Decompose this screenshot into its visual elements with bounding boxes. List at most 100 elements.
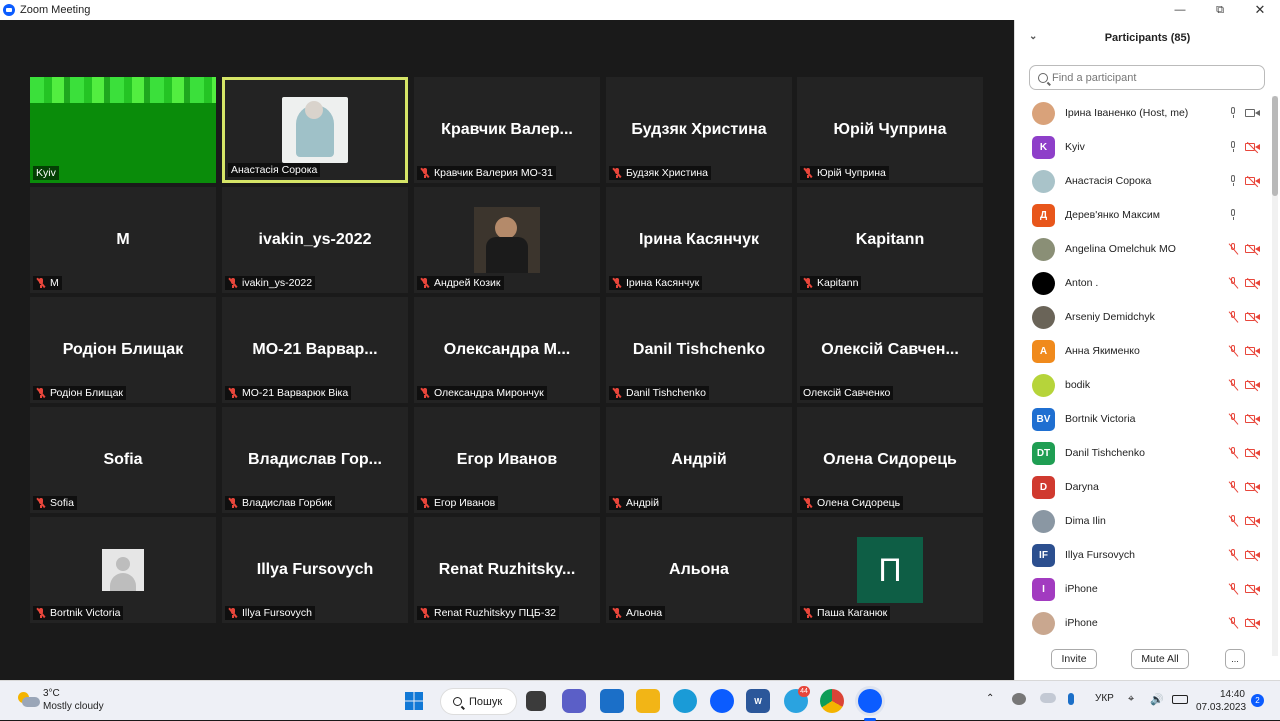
mail-icon[interactable] (600, 689, 624, 713)
participant-row[interactable]: BV Bortnik Victoria (1015, 402, 1271, 436)
video-tile[interactable]: Егор Иванов Егор Иванов (414, 407, 600, 513)
zoom-app-icon[interactable] (710, 689, 734, 713)
volume-icon[interactable]: 🔊 (1150, 693, 1164, 706)
video-tile[interactable]: Kyiv (30, 77, 216, 183)
video-off-icon[interactable] (1245, 481, 1261, 494)
video-tile[interactable]: Юрій Чуприна Юрій Чуприна (797, 77, 983, 183)
participant-row[interactable]: iPhone (1015, 606, 1271, 640)
video-tile[interactable]: Олексій Савчен... Олексій Савченко (797, 297, 983, 403)
video-tile[interactable]: МО-21 Варвар... МО-21 Варварюк Віка (222, 297, 408, 403)
teams-chat-icon[interactable] (562, 689, 586, 713)
video-tile[interactable]: Illya Fursovych Illya Fursovych (222, 517, 408, 623)
video-tile[interactable]: Bortnik Victoria (30, 517, 216, 623)
participant-row[interactable]: Д Дерев'янко Максим (1015, 198, 1271, 232)
muted-microphone-icon[interactable] (1227, 481, 1239, 493)
muted-microphone-icon[interactable] (1227, 345, 1239, 357)
video-camera-icon[interactable] (1245, 107, 1261, 119)
muted-microphone-icon[interactable] (1227, 549, 1239, 561)
muted-microphone-icon[interactable] (1227, 583, 1239, 595)
video-off-icon[interactable] (1245, 141, 1261, 154)
notification-badge[interactable]: 2 (1251, 694, 1264, 707)
video-off-icon[interactable] (1245, 583, 1261, 596)
zoom-meeting-icon[interactable] (858, 689, 882, 713)
chevron-up-icon[interactable]: ⌃ (986, 693, 994, 704)
video-tile[interactable]: Анастасія Сорока (222, 77, 408, 183)
antivirus-icon[interactable] (1012, 693, 1026, 705)
muted-microphone-icon[interactable] (1227, 277, 1239, 289)
participant-row[interactable]: D Daryna (1015, 470, 1271, 504)
video-off-icon[interactable] (1245, 413, 1261, 426)
windows-start-icon[interactable] (402, 689, 426, 713)
participant-row[interactable]: Dima Ilin (1015, 504, 1271, 538)
taskbar-search[interactable]: Пошук (440, 688, 517, 715)
participant-row[interactable]: Анастасія Сорока (1015, 164, 1271, 198)
video-tile[interactable]: Будзяк Христина Будзяк Христина (606, 77, 792, 183)
close-button[interactable]: ✕ (1240, 0, 1280, 20)
video-tile[interactable]: Олена Сидорець Олена Сидорець (797, 407, 983, 513)
participant-list-scrollbar[interactable] (1272, 96, 1278, 656)
participant-row[interactable]: А Анна Якименко (1015, 334, 1271, 368)
clock[interactable]: 14:40 07.03.2023 (1196, 688, 1246, 714)
file-explorer-icon[interactable] (636, 689, 660, 713)
video-off-icon[interactable] (1245, 277, 1261, 290)
muted-microphone-icon[interactable] (1227, 379, 1239, 391)
microphone-icon[interactable] (1068, 693, 1074, 705)
battery-icon[interactable] (1172, 695, 1188, 704)
participant-search-input[interactable]: Find a participant (1029, 65, 1265, 90)
video-tile[interactable]: П Паша Каганюк (797, 517, 983, 623)
participant-row[interactable]: Ірина Іваненко (Host, me) (1015, 96, 1271, 130)
video-tile[interactable]: Владислав Гор... Владислав Горбик (222, 407, 408, 513)
chrome-icon[interactable] (820, 689, 844, 713)
microphone-icon[interactable] (1227, 141, 1239, 153)
participant-row[interactable]: IF Illya Fursovych (1015, 538, 1271, 572)
video-tile[interactable]: Renat Ruzhitsky... Renat Ruzhitskyy ПЦБ-3… (414, 517, 600, 623)
microphone-icon[interactable] (1227, 107, 1239, 119)
microphone-icon[interactable] (1227, 209, 1239, 221)
video-tile[interactable]: Родіон Блищак Родіон Блищак (30, 297, 216, 403)
participant-row[interactable]: Anton . (1015, 266, 1271, 300)
edge-browser-icon[interactable] (673, 689, 697, 713)
video-off-icon[interactable] (1245, 175, 1261, 188)
video-off-icon[interactable] (1245, 311, 1261, 324)
video-tile[interactable]: Андрій Андрій (606, 407, 792, 513)
video-off-icon[interactable] (1245, 515, 1261, 528)
video-tile[interactable]: Ірина Касянчук Ірина Касянчук (606, 187, 792, 293)
wifi-icon[interactable]: ⌖ (1128, 693, 1134, 706)
muted-microphone-icon[interactable] (1227, 413, 1239, 425)
video-tile[interactable]: Sofia Sofia (30, 407, 216, 513)
more-options-button[interactable]: ... (1225, 649, 1245, 669)
language-indicator[interactable]: УКР (1095, 693, 1114, 704)
participant-row[interactable]: Angelina Omelchuk МО (1015, 232, 1271, 266)
minimize-button[interactable]: — (1160, 0, 1200, 20)
muted-microphone-icon[interactable] (1227, 243, 1239, 255)
video-tile[interactable]: Danil Tishchenko Danil Tishchenko (606, 297, 792, 403)
mute-all-button[interactable]: Mute All (1131, 649, 1189, 669)
muted-microphone-icon[interactable] (1227, 311, 1239, 323)
video-off-icon[interactable] (1245, 447, 1261, 460)
video-off-icon[interactable] (1245, 345, 1261, 358)
video-tile[interactable]: Андрей Козик (414, 187, 600, 293)
invite-button[interactable]: Invite (1051, 649, 1097, 669)
task-view-icon[interactable] (526, 691, 546, 711)
video-off-icon[interactable] (1245, 617, 1261, 630)
participant-row[interactable]: Arseniy Demidchyk (1015, 300, 1271, 334)
participant-row[interactable]: DT Danil Tishchenko (1015, 436, 1271, 470)
cloud-icon[interactable] (1040, 693, 1056, 703)
word-icon[interactable]: W (746, 689, 770, 713)
video-tile[interactable]: Олександра М... Олександра Мирончук (414, 297, 600, 403)
participant-row[interactable]: IiPhone (1015, 572, 1271, 606)
muted-microphone-icon[interactable] (1227, 617, 1239, 629)
chevron-down-icon[interactable]: ⌄ (1029, 31, 1037, 42)
weather-widget[interactable]: 3°C Mostly cloudy (16, 687, 104, 713)
maximize-button[interactable]: ⧉ (1200, 0, 1240, 20)
video-off-icon[interactable] (1245, 243, 1261, 256)
muted-microphone-icon[interactable] (1227, 515, 1239, 527)
participant-row[interactable]: K Kyiv (1015, 130, 1271, 164)
video-tile[interactable]: Кравчик Валер... Кравчик Валерия МО-31 (414, 77, 600, 183)
video-off-icon[interactable] (1245, 379, 1261, 392)
scroll-thumb[interactable] (1272, 96, 1278, 196)
video-tile[interactable]: Kapitann Kapitann (797, 187, 983, 293)
video-off-icon[interactable] (1245, 549, 1261, 562)
microphone-icon[interactable] (1227, 175, 1239, 187)
video-tile[interactable]: MM (30, 187, 216, 293)
